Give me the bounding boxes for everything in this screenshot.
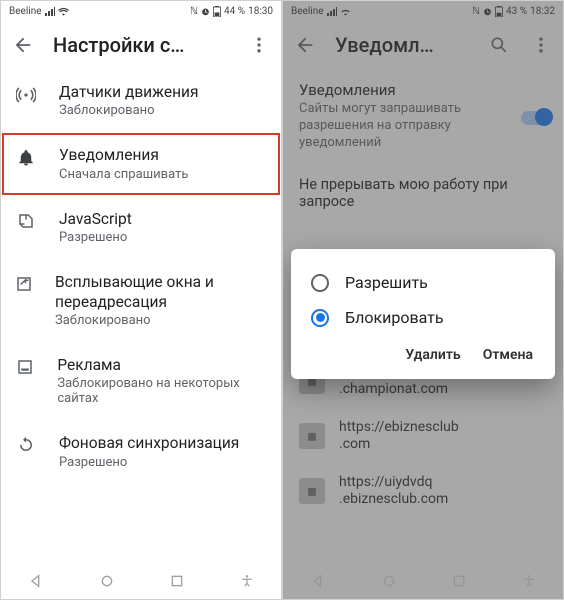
radio-icon (311, 274, 329, 292)
row-label: JavaScript (59, 210, 132, 229)
nav-home[interactable] (99, 573, 115, 589)
overflow-button[interactable] (247, 33, 271, 57)
row-notifications[interactable]: Уведомления Сначала спрашивать (1, 132, 281, 195)
row-label: Реклама (57, 356, 267, 375)
row-status: Разрешено (59, 230, 132, 245)
broadcast-icon (15, 83, 37, 105)
delete-button[interactable]: Удалить (405, 347, 460, 363)
row-label: Датчики движения (59, 83, 198, 102)
row-status: Заблокировано на некоторых сайтах (57, 376, 267, 406)
row-popups[interactable]: Всплывающие окна и переадресация Заблоки… (1, 259, 281, 342)
cancel-button[interactable]: Отмена (483, 347, 533, 363)
row-label: Всплывающие окна и переадресация (55, 273, 267, 312)
ads-icon (15, 356, 35, 376)
nav-back[interactable] (28, 573, 44, 589)
phone-right: Beeline ℕ 43 % 18:32 Уведомл… (282, 0, 564, 600)
radio-block[interactable]: Блокировать (303, 300, 543, 335)
battery-icon (213, 6, 221, 17)
bell-icon (15, 146, 37, 168)
carrier-label: Beeline (9, 6, 42, 17)
page-title: Настройки с… (53, 33, 229, 57)
row-bg-sync[interactable]: Фоновая синхронизация Разрешено (1, 420, 281, 483)
row-javascript[interactable]: JavaScript Разрешено (1, 196, 281, 259)
alarm-icon (201, 7, 210, 16)
row-label: Уведомления (59, 146, 188, 165)
clock-label: 18:30 (248, 6, 273, 17)
wifi-icon (58, 7, 69, 16)
script-icon (15, 210, 37, 230)
status-bar: Beeline ℕ 44 % 18:30 (1, 1, 281, 21)
battery-pct: 44 % (224, 6, 245, 17)
radio-label: Блокировать (345, 308, 444, 327)
phone-left: Beeline ℕ 44 % 18:30 Настройки с… (0, 0, 282, 600)
row-status: Заблокировано (59, 103, 198, 118)
radio-icon (311, 309, 329, 327)
row-status: Заблокировано (55, 313, 267, 328)
radio-label: Разрешить (345, 273, 428, 292)
permission-dialog: Разрешить Блокировать Удалить Отмена (291, 249, 555, 379)
radio-allow[interactable]: Разрешить (303, 265, 543, 300)
popup-icon (15, 273, 33, 293)
nav-bar (1, 563, 281, 599)
sync-icon (15, 434, 37, 454)
row-motion-sensors[interactable]: Датчики движения Заблокировано (1, 69, 281, 132)
nav-accessibility[interactable] (240, 573, 254, 589)
settings-list: Датчики движения Заблокировано Уведомлен… (1, 69, 281, 563)
row-status: Сначала спрашивать (59, 167, 188, 182)
signal-icon (45, 7, 55, 16)
row-label: Фоновая синхронизация (59, 434, 239, 453)
app-bar: Настройки с… (1, 21, 281, 69)
nav-recent[interactable] (169, 573, 185, 589)
back-button[interactable] (11, 33, 35, 57)
row-ads[interactable]: Реклама Заблокировано на некоторых сайта… (1, 342, 281, 420)
row-status: Разрешено (59, 455, 239, 470)
nfc-icon: ℕ (190, 6, 198, 17)
